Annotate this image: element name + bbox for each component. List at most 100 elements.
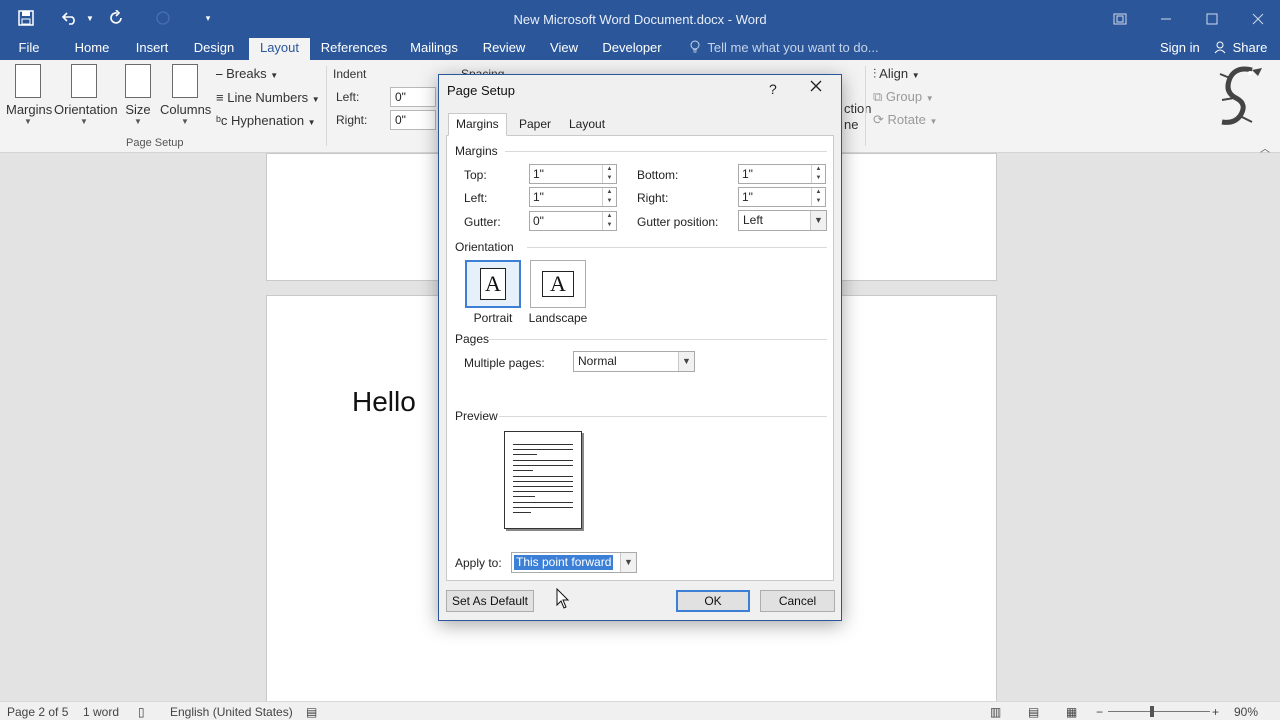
macro-icon[interactable]: ▤ xyxy=(306,705,317,719)
chevron-down-icon[interactable]: ▼ xyxy=(620,553,636,572)
margins-section-label: Margins xyxy=(455,144,498,158)
columns-button[interactable]: Columns ▼ xyxy=(160,64,212,126)
tab-layout[interactable]: Layout xyxy=(561,113,613,135)
line-numbers-button[interactable]: ≡ Line Numbers ▼ xyxy=(216,90,320,105)
tab-layout[interactable]: Layout xyxy=(249,38,310,60)
tab-file[interactable]: File xyxy=(8,38,50,60)
restore-icon[interactable] xyxy=(1110,9,1130,29)
selection-pane-button[interactable]: ction xyxy=(844,101,871,116)
zoom-out-icon[interactable]: − xyxy=(1096,705,1103,719)
right-label: Right: xyxy=(637,191,669,205)
read-mode-icon[interactable]: ▥ xyxy=(990,705,1001,719)
group-button: ⧉ Group ▼ xyxy=(873,89,934,105)
sign-in-link[interactable]: Sign in xyxy=(1160,38,1200,58)
zoom-slider-thumb[interactable] xyxy=(1150,706,1154,717)
tab-home[interactable]: Home xyxy=(70,38,114,60)
zoom-in-icon[interactable]: + xyxy=(1212,705,1219,719)
align-button[interactable]: ⫶ Align ▼ xyxy=(873,66,920,82)
size-button[interactable]: Size ▼ xyxy=(122,64,154,126)
selection-pane-label-partial: ction xyxy=(844,101,872,116)
margins-button[interactable]: Margins ▼ xyxy=(6,64,53,126)
spinner-arrows-icon[interactable]: ▲ ▼ xyxy=(811,165,825,183)
columns-label: Columns xyxy=(160,102,212,117)
multiple-pages-select[interactable]: Normal ▼ xyxy=(573,351,695,372)
chevron-down-icon: ▼ xyxy=(80,117,88,126)
zoom-slider[interactable] xyxy=(1108,711,1210,712)
chevron-down-icon[interactable]: ▼ xyxy=(678,352,694,371)
print-layout-icon[interactable]: ▤ xyxy=(1028,705,1039,719)
group-divider xyxy=(865,66,866,146)
section-divider xyxy=(489,339,827,340)
tell-me-box[interactable]: Tell me what you want to do... xyxy=(690,38,879,60)
language-indicator[interactable]: English (United States) xyxy=(170,705,293,719)
spinner-arrows-icon[interactable]: ▲ ▼ xyxy=(602,212,616,230)
tab-mailings[interactable]: Mailings xyxy=(406,38,462,60)
document-text[interactable]: Hello xyxy=(352,386,416,418)
chevron-down-icon: ▼ xyxy=(925,94,934,103)
hyphenation-label: Hyphenation xyxy=(231,113,305,128)
apply-to-select[interactable]: This point forward ▼ xyxy=(511,552,637,573)
page-count[interactable]: Page 2 of 5 xyxy=(7,705,68,719)
cancel-button[interactable]: Cancel xyxy=(760,590,835,612)
share-button[interactable]: Share xyxy=(1208,38,1274,60)
close-icon[interactable] xyxy=(810,79,822,97)
bottom-margin-value: 1" xyxy=(742,167,753,181)
gutter-label: Gutter: xyxy=(464,215,501,229)
person-icon xyxy=(1214,40,1233,55)
spinner-arrows-icon[interactable]: ▲ ▼ xyxy=(602,188,616,206)
chevron-down-icon: ▼ xyxy=(24,117,32,126)
close-icon[interactable] xyxy=(1248,9,1268,29)
indent-right-input[interactable]: 0" xyxy=(390,110,436,130)
word-count[interactable]: 1 word xyxy=(83,705,119,719)
group-label: Group xyxy=(885,89,923,104)
gutter-position-select[interactable]: Left ▼ xyxy=(738,210,827,231)
minimize-icon[interactable] xyxy=(1156,9,1176,29)
top-margin-input[interactable]: 1" ▲ ▼ xyxy=(529,164,617,184)
tab-margins[interactable]: Margins xyxy=(448,113,507,136)
tab-references[interactable]: References xyxy=(320,38,388,60)
gutter-input[interactable]: 0" ▲ ▼ xyxy=(529,211,617,231)
web-layout-icon[interactable]: ▦ xyxy=(1066,705,1077,719)
tab-design[interactable]: Design xyxy=(190,38,238,60)
align-icon: ⫶ xyxy=(873,66,877,81)
margins-label: Margins xyxy=(6,102,53,117)
chevron-down-icon[interactable]: ▼ xyxy=(810,211,826,230)
tab-view[interactable]: View xyxy=(546,38,582,60)
indent-left-input[interactable]: 0" xyxy=(390,87,436,107)
chevron-down-icon: ▼ xyxy=(181,117,189,126)
spinner-arrows-icon[interactable]: ▲ ▼ xyxy=(811,188,825,206)
breaks-label: Breaks xyxy=(226,66,267,81)
right-margin-input[interactable]: 1" ▲ ▼ xyxy=(738,187,826,207)
breaks-button[interactable]: ⎯ Breaks ▼ xyxy=(216,66,278,82)
orientation-button[interactable]: Orientation ▼ xyxy=(54,64,118,126)
ok-button[interactable]: OK xyxy=(676,590,750,612)
spinner-arrows-icon[interactable]: ▲ ▼ xyxy=(602,165,616,183)
title-bar: ▼ ▾ New Microsoft Word Document.docx - W… xyxy=(0,0,1280,38)
page-setup-dialog: Page Setup ? Margins Paper Layout Margin… xyxy=(438,74,842,621)
proofing-icon[interactable]: ▯ xyxy=(138,705,145,719)
zoom-level[interactable]: 90% xyxy=(1234,705,1258,719)
breaks-icon: ⎯ xyxy=(216,66,223,81)
tab-review[interactable]: Review xyxy=(480,38,528,60)
portrait-button[interactable]: A xyxy=(465,260,521,308)
window-title: New Microsoft Word Document.docx - Word xyxy=(513,12,767,27)
maximize-icon[interactable] xyxy=(1202,9,1222,29)
set-as-default-button[interactable]: Set As Default xyxy=(446,590,534,612)
multiple-pages-value: Normal xyxy=(578,354,617,368)
tab-paper[interactable]: Paper xyxy=(511,113,559,135)
landscape-icon: A xyxy=(542,271,574,297)
page-setup-group-label: Page Setup xyxy=(126,137,184,149)
landscape-button[interactable]: A xyxy=(530,260,586,308)
gutter-value: 0" xyxy=(533,214,544,228)
chevron-down-icon: ▼ xyxy=(270,71,279,80)
left-margin-input[interactable]: 1" ▲ ▼ xyxy=(529,187,617,207)
bottom-margin-input[interactable]: 1" ▲ ▼ xyxy=(738,164,826,184)
tab-developer[interactable]: Developer xyxy=(600,38,664,60)
orientation-section-label: Orientation xyxy=(455,240,514,254)
indent-right-label: Right: xyxy=(336,113,368,127)
help-button[interactable]: ? xyxy=(769,81,777,97)
tab-insert[interactable]: Insert xyxy=(132,38,172,60)
ribbon-tabs: File Home Insert Design Layout Reference… xyxy=(0,38,1280,60)
landscape-label: Landscape xyxy=(528,311,588,325)
hyphenation-button[interactable]: ᵇc Hyphenation ▼ xyxy=(216,113,316,128)
